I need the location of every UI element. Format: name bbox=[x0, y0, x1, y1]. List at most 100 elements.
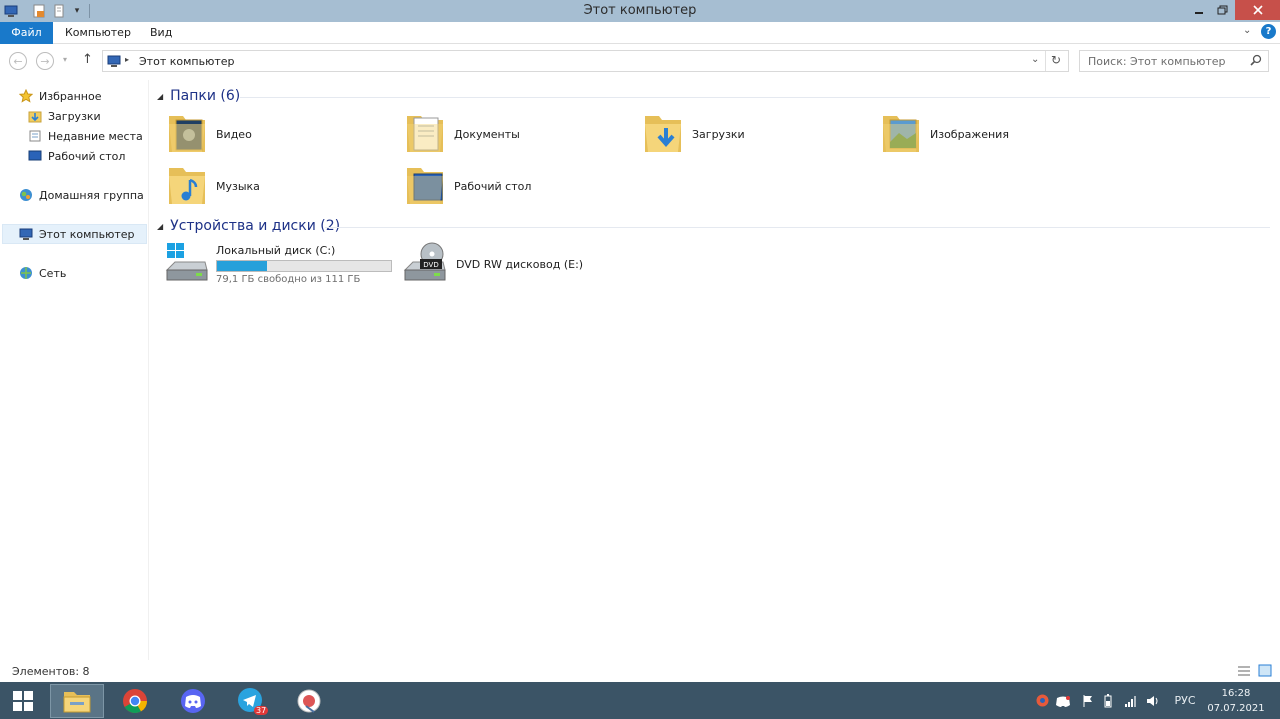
forward-button[interactable]: → bbox=[36, 52, 54, 70]
drive-usage-bar bbox=[216, 259, 392, 272]
drive-usage-fill bbox=[217, 260, 268, 271]
tray-discord-icon[interactable] bbox=[1055, 682, 1071, 719]
network-icon bbox=[18, 266, 34, 280]
refresh-icon[interactable]: ↻ bbox=[1051, 53, 1061, 67]
drive-item-c[interactable]: Локальный диск (C:) 79,1 ГБ свободно из … bbox=[164, 240, 392, 288]
search-input[interactable]: Поиск: Этот компьютер bbox=[1088, 55, 1226, 68]
folder-item-music[interactable]: Музыка bbox=[166, 162, 260, 210]
start-button[interactable] bbox=[0, 684, 46, 718]
taskbar-chrome[interactable] bbox=[108, 684, 162, 718]
discord-icon bbox=[181, 689, 205, 713]
music-folder-icon bbox=[166, 162, 208, 211]
status-bar: Элементов: 8 bbox=[0, 660, 1280, 682]
taskbar-explorer[interactable] bbox=[50, 684, 104, 718]
sidebar-item-recent-places[interactable]: Недавние места bbox=[27, 126, 143, 146]
collapse-triangle-icon[interactable]: ◢ bbox=[157, 92, 163, 101]
tray-app-icon[interactable] bbox=[1034, 682, 1050, 719]
computer-icon bbox=[18, 227, 34, 241]
folder-item-downloads[interactable]: Загрузки bbox=[642, 110, 745, 158]
sidebar-item-homegroup[interactable]: Домашняя группа bbox=[18, 185, 144, 205]
address-dropdown-icon[interactable]: ⌄ bbox=[1031, 54, 1039, 65]
tab-view[interactable]: Вид bbox=[150, 22, 172, 44]
drive-free-space: 79,1 ГБ свободно из 111 ГБ bbox=[216, 273, 361, 285]
signal-icon[interactable] bbox=[1123, 682, 1139, 719]
sidebar-item-favorites[interactable]: Избранное bbox=[18, 86, 101, 106]
taskbar-telegram[interactable]: 37 bbox=[224, 684, 278, 718]
sidebar-item-label: Загрузки bbox=[48, 109, 101, 123]
sidebar-item-label: Избранное bbox=[39, 89, 102, 103]
folders-section-header[interactable]: ◢ Папки (6) bbox=[157, 88, 240, 104]
folder-item-videos[interactable]: Видео bbox=[166, 110, 252, 158]
chrome-icon bbox=[123, 689, 147, 714]
power-icon[interactable] bbox=[1101, 682, 1115, 719]
details-view-icon[interactable] bbox=[1237, 665, 1251, 680]
folder-label: Музыка bbox=[216, 179, 260, 193]
folder-item-documents[interactable]: Документы bbox=[404, 110, 520, 158]
devices-section-header[interactable]: ◢ Устройства и диски (2) bbox=[157, 218, 340, 234]
star-icon bbox=[18, 89, 34, 103]
search-box[interactable]: Поиск: Этот компьютер bbox=[1079, 50, 1269, 72]
sidebar-item-downloads[interactable]: Загрузки bbox=[27, 106, 101, 126]
documents-folder-icon bbox=[404, 110, 446, 159]
sidebar-item-label: Сеть bbox=[39, 266, 67, 280]
folder-label: Загрузки bbox=[692, 127, 745, 141]
folder-label: Видео bbox=[216, 127, 252, 141]
drive-name: Локальный диск (C:) bbox=[216, 243, 336, 257]
section-divider bbox=[325, 227, 1270, 228]
volume-icon[interactable] bbox=[1145, 682, 1161, 719]
clock-time: 16:28 bbox=[1221, 688, 1251, 699]
pictures-folder-icon bbox=[880, 110, 922, 159]
desktop-icon bbox=[27, 149, 43, 163]
help-icon[interactable]: ? bbox=[1261, 24, 1276, 39]
taskbar: 37 РУС 16:28 07.07.2021 bbox=[0, 682, 1280, 719]
sidebar-item-label: Рабочий стол bbox=[48, 149, 126, 163]
tab-computer[interactable]: Компьютер bbox=[65, 22, 131, 44]
homegroup-icon bbox=[18, 188, 34, 202]
drive-name: DVD RW дисковод (E:) bbox=[456, 257, 584, 271]
breadcrumb[interactable]: Этот компьютер bbox=[139, 55, 235, 68]
tab-file[interactable]: Файл bbox=[0, 22, 53, 44]
section-divider bbox=[240, 97, 1270, 98]
collapse-triangle-icon[interactable]: ◢ bbox=[157, 222, 163, 231]
restore-button[interactable] bbox=[1210, 0, 1234, 20]
action-center-flag-icon[interactable] bbox=[1081, 682, 1095, 719]
taskbar-app[interactable] bbox=[282, 684, 336, 718]
sidebar-item-desktop[interactable]: Рабочий стол bbox=[27, 146, 125, 166]
address-row: ← → ▾ ↑ ▸ Этот компьютер ⌄ ↻ Поиск: Этот… bbox=[0, 44, 1280, 78]
large-icons-view-icon[interactable] bbox=[1258, 664, 1272, 680]
expand-ribbon-icon[interactable]: ⌄ bbox=[1243, 25, 1251, 36]
folder-label: Изображения bbox=[930, 127, 1009, 141]
sidebar-item-label: Домашняя группа bbox=[39, 188, 144, 202]
explorer-folder-icon bbox=[63, 692, 91, 713]
clock[interactable]: 16:28 07.07.2021 bbox=[1205, 686, 1267, 716]
dvd-badge: DVD bbox=[423, 261, 438, 269]
up-button[interactable]: ↑ bbox=[82, 52, 93, 67]
clock-date: 07.07.2021 bbox=[1207, 703, 1265, 714]
section-title: Папки (6) bbox=[170, 88, 241, 104]
address-bar[interactable]: ▸ Этот компьютер ⌄ ↻ bbox=[102, 50, 1069, 72]
computer-icon bbox=[107, 55, 121, 70]
folder-label: Документы bbox=[454, 127, 520, 141]
breadcrumb-chevron-icon[interactable]: ▸ bbox=[125, 55, 129, 64]
language-indicator[interactable]: РУС bbox=[1168, 682, 1202, 719]
recent-locations-icon[interactable]: ▾ bbox=[63, 55, 67, 64]
app-icon bbox=[297, 689, 321, 713]
drive-item-e[interactable]: DVD DVD RW дисковод (E:) bbox=[402, 240, 583, 288]
window-title: Этот компьютер bbox=[583, 3, 697, 18]
folder-item-pictures[interactable]: Изображения bbox=[880, 110, 1009, 158]
title-bar: ▾ Этот компьютер bbox=[0, 0, 1280, 22]
back-button[interactable]: ← bbox=[9, 52, 27, 70]
dvd-drive-icon: DVD bbox=[402, 240, 448, 289]
drive-info: Локальный диск (C:) 79,1 ГБ свободно из … bbox=[216, 244, 392, 285]
items-count: Элементов: 8 bbox=[12, 665, 90, 678]
sidebar-item-network[interactable]: Сеть bbox=[18, 263, 66, 283]
close-button[interactable] bbox=[1235, 0, 1280, 20]
taskbar-discord[interactable] bbox=[166, 684, 220, 718]
folder-item-desktop[interactable]: Рабочий стол bbox=[404, 162, 531, 210]
search-icon[interactable] bbox=[1250, 54, 1262, 69]
folder-label: Рабочий стол bbox=[454, 179, 532, 193]
sidebar-item-this-pc[interactable]: Этот компьютер bbox=[2, 224, 147, 244]
minimize-button[interactable] bbox=[1188, 0, 1210, 20]
navigation-pane: Избранное Загрузки Недавние места Рабочи… bbox=[0, 80, 149, 660]
sidebar-item-label: Этот компьютер bbox=[39, 227, 135, 241]
